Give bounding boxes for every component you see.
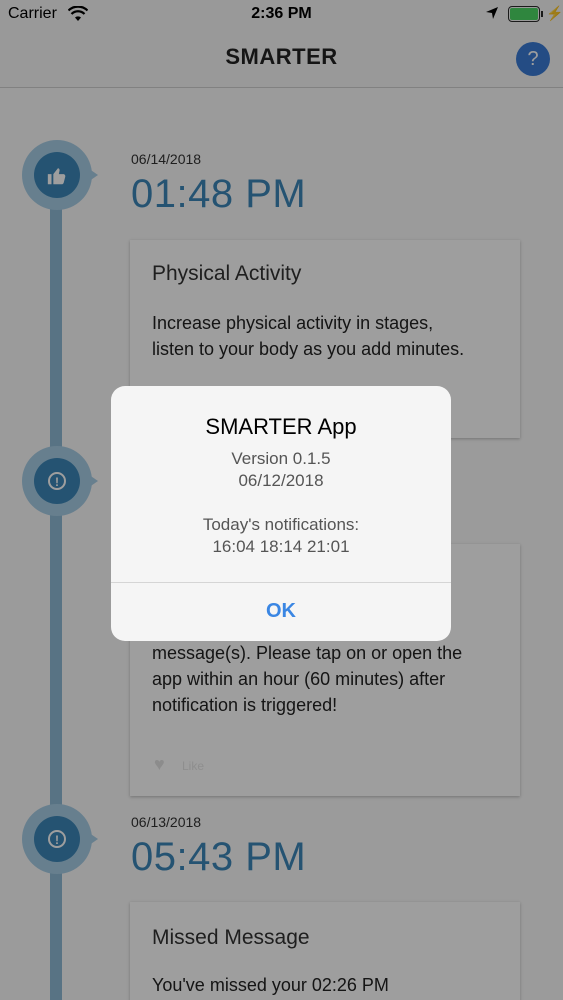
alert-build-date: 06/12/2018 (238, 471, 324, 490)
alert-notifications-label: Today's notifications: (202, 515, 360, 534)
alert-notifications-times: 16:04 18:14 21:01 (212, 537, 350, 556)
alert-title: SMARTER App (205, 414, 357, 439)
alert-version: Version 0.1.5 (231, 449, 331, 468)
about-alert: SMARTER App Version 0.1.5 06/12/2018 Tod… (111, 386, 451, 641)
ok-button[interactable]: OK (111, 583, 451, 641)
